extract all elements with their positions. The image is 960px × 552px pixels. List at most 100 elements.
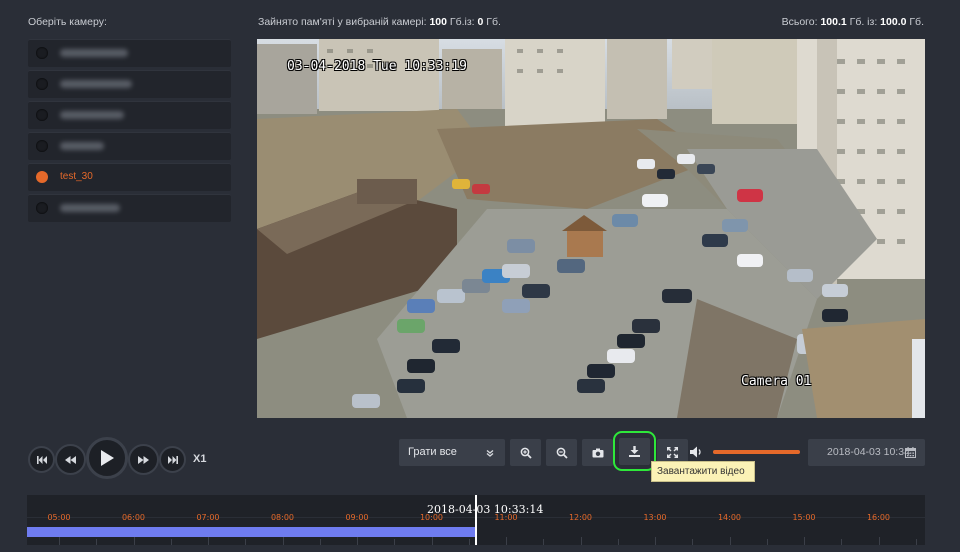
memory-total-value: 0 bbox=[477, 16, 484, 28]
total-used-value: 100.1 bbox=[820, 16, 847, 28]
date-picker[interactable]: 2018-04-03 10:34 bbox=[808, 439, 925, 466]
volume-slider[interactable] bbox=[713, 450, 800, 454]
fast-forward-icon bbox=[138, 455, 149, 464]
zoom-in-icon bbox=[520, 447, 532, 459]
timeline-half-hour-tick bbox=[468, 539, 470, 545]
snapshot-button[interactable] bbox=[582, 439, 613, 466]
timeline-half-hour-tick bbox=[170, 539, 172, 545]
volume-icon[interactable] bbox=[690, 446, 704, 458]
timeline-half-hour-tick bbox=[245, 539, 247, 545]
play-button[interactable] bbox=[86, 437, 128, 479]
timeline-hour-tick bbox=[431, 537, 433, 545]
timeline-hour-tick bbox=[357, 537, 358, 545]
timeline-hour-tick bbox=[729, 537, 731, 545]
timeline-hour-label: 14:00 bbox=[717, 513, 742, 522]
video-frame bbox=[257, 39, 925, 418]
memory-used-value: 100 bbox=[429, 16, 447, 28]
total-storage-text: Всього: 100.1 Гб. із: 100.0 Гб. bbox=[782, 16, 924, 28]
timeline-hour-tick bbox=[282, 537, 284, 545]
camera-item[interactable] bbox=[28, 39, 231, 67]
camera-snapshot-icon bbox=[592, 448, 603, 457]
total-unit: Гб. bbox=[909, 16, 924, 28]
download-tooltip: Завантажити відео bbox=[651, 461, 755, 482]
camera-item[interactable] bbox=[28, 132, 231, 160]
camera-name-blurred bbox=[60, 80, 132, 88]
timeline-hour-label: 16:00 bbox=[866, 513, 891, 522]
camera-status-dot bbox=[36, 78, 48, 90]
calendar-icon bbox=[905, 447, 916, 458]
timeline-half-hour-tick bbox=[394, 539, 396, 545]
rewind-icon bbox=[65, 455, 76, 464]
camera-status-dot bbox=[36, 140, 48, 152]
camera-name: test_30 bbox=[60, 171, 93, 182]
rewind-button[interactable] bbox=[55, 444, 86, 475]
fullscreen-icon bbox=[667, 447, 678, 458]
download-icon bbox=[629, 445, 640, 457]
memory-unit-2: Гб. bbox=[486, 16, 501, 28]
zoom-out-button[interactable] bbox=[546, 439, 577, 466]
video-player[interactable]: 03-04-2018 Tue 10:33:19 Camera 01 bbox=[257, 39, 925, 418]
chevron-down-icon bbox=[486, 449, 494, 457]
timeline-recorded-bar bbox=[27, 527, 475, 537]
video-osd-camera: Camera 01 bbox=[741, 374, 812, 389]
total-capacity-value: 100.0 bbox=[880, 16, 907, 28]
camera-item[interactable] bbox=[28, 101, 231, 129]
zoom-out-icon bbox=[556, 447, 568, 459]
skip-end-button[interactable] bbox=[159, 446, 186, 473]
timeline[interactable]: 05:00 06:00 07:00 08:00 09:00 10:00 11:00 12:00… bbox=[27, 495, 925, 545]
download-button-inner bbox=[619, 437, 650, 465]
timeline-hour-label: 15:00 bbox=[792, 513, 816, 522]
timeline-hour-tick bbox=[878, 537, 880, 545]
camera-item[interactable] bbox=[28, 194, 231, 222]
timeline-hour-label: 07:00 bbox=[196, 513, 220, 522]
timeline-hour-tick bbox=[804, 537, 805, 545]
skip-end-icon bbox=[167, 455, 178, 464]
zoom-in-button[interactable] bbox=[510, 439, 541, 466]
camera-status-dot bbox=[36, 202, 48, 214]
timeline-half-hour-tick bbox=[543, 539, 545, 545]
total-mid: Гб. із: bbox=[849, 16, 878, 28]
camera-name-blurred bbox=[60, 142, 104, 150]
camera-item[interactable] bbox=[28, 70, 231, 98]
timeline-hour-tick bbox=[208, 537, 209, 545]
timeline-half-hour-tick bbox=[319, 539, 321, 545]
play-mode-value: Грати все bbox=[408, 446, 457, 458]
timeline-half-hour-tick bbox=[692, 539, 694, 545]
skip-start-button[interactable] bbox=[28, 446, 55, 473]
memory-usage-text: Зайнято пам'яті у вибраній камері: 100 Г… bbox=[258, 16, 501, 28]
timeline-half-hour-tick bbox=[766, 539, 768, 545]
timeline-hour-label: 05:00 bbox=[47, 513, 71, 522]
timeline-hour-label: 12:00 bbox=[568, 513, 593, 522]
volume-slider-fill bbox=[713, 450, 800, 454]
timeline-cursor-label: 2018-04-03 10:33:14 bbox=[427, 503, 544, 516]
camera-status-dot-active bbox=[36, 171, 48, 183]
camera-name-blurred bbox=[60, 111, 124, 119]
camera-name-blurred bbox=[60, 204, 120, 212]
timeline-hour-label: 13:00 bbox=[643, 513, 667, 522]
camera-item-active[interactable]: test_30 bbox=[28, 163, 231, 191]
timeline-half-hour-tick bbox=[617, 539, 619, 545]
timeline-hour-tick bbox=[133, 537, 135, 545]
play-mode-select[interactable]: Грати все bbox=[399, 439, 505, 466]
timeline-hour-label: 08:00 bbox=[270, 513, 295, 522]
download-video-button[interactable] bbox=[613, 431, 656, 471]
skip-start-icon bbox=[36, 455, 47, 464]
timeline-half-hour-tick bbox=[915, 539, 917, 545]
camera-name-blurred bbox=[60, 49, 128, 57]
play-icon bbox=[101, 450, 114, 466]
date-picker-value: 2018-04-03 10:34 bbox=[827, 446, 910, 458]
timeline-half-hour-tick bbox=[96, 539, 98, 545]
memory-unit-1: Гб.із: bbox=[449, 16, 475, 28]
playback-speed-label[interactable]: X1 bbox=[193, 453, 206, 465]
memory-text-prefix: Зайнято пам'яті у вибраній камері: bbox=[258, 16, 427, 28]
fast-forward-button[interactable] bbox=[128, 444, 159, 475]
camera-status-dot bbox=[36, 109, 48, 121]
camera-status-dot bbox=[36, 47, 48, 59]
timeline-hour-tick bbox=[59, 537, 60, 545]
timeline-hour-label: 09:00 bbox=[345, 513, 369, 522]
choose-camera-label: Оберіть камеру: bbox=[28, 16, 107, 28]
timeline-half-hour-tick bbox=[841, 539, 843, 545]
timeline-hour-tick bbox=[506, 537, 507, 545]
total-prefix: Всього: bbox=[781, 16, 818, 28]
video-osd-datetime: 03-04-2018 Tue 10:33:19 bbox=[287, 59, 468, 74]
